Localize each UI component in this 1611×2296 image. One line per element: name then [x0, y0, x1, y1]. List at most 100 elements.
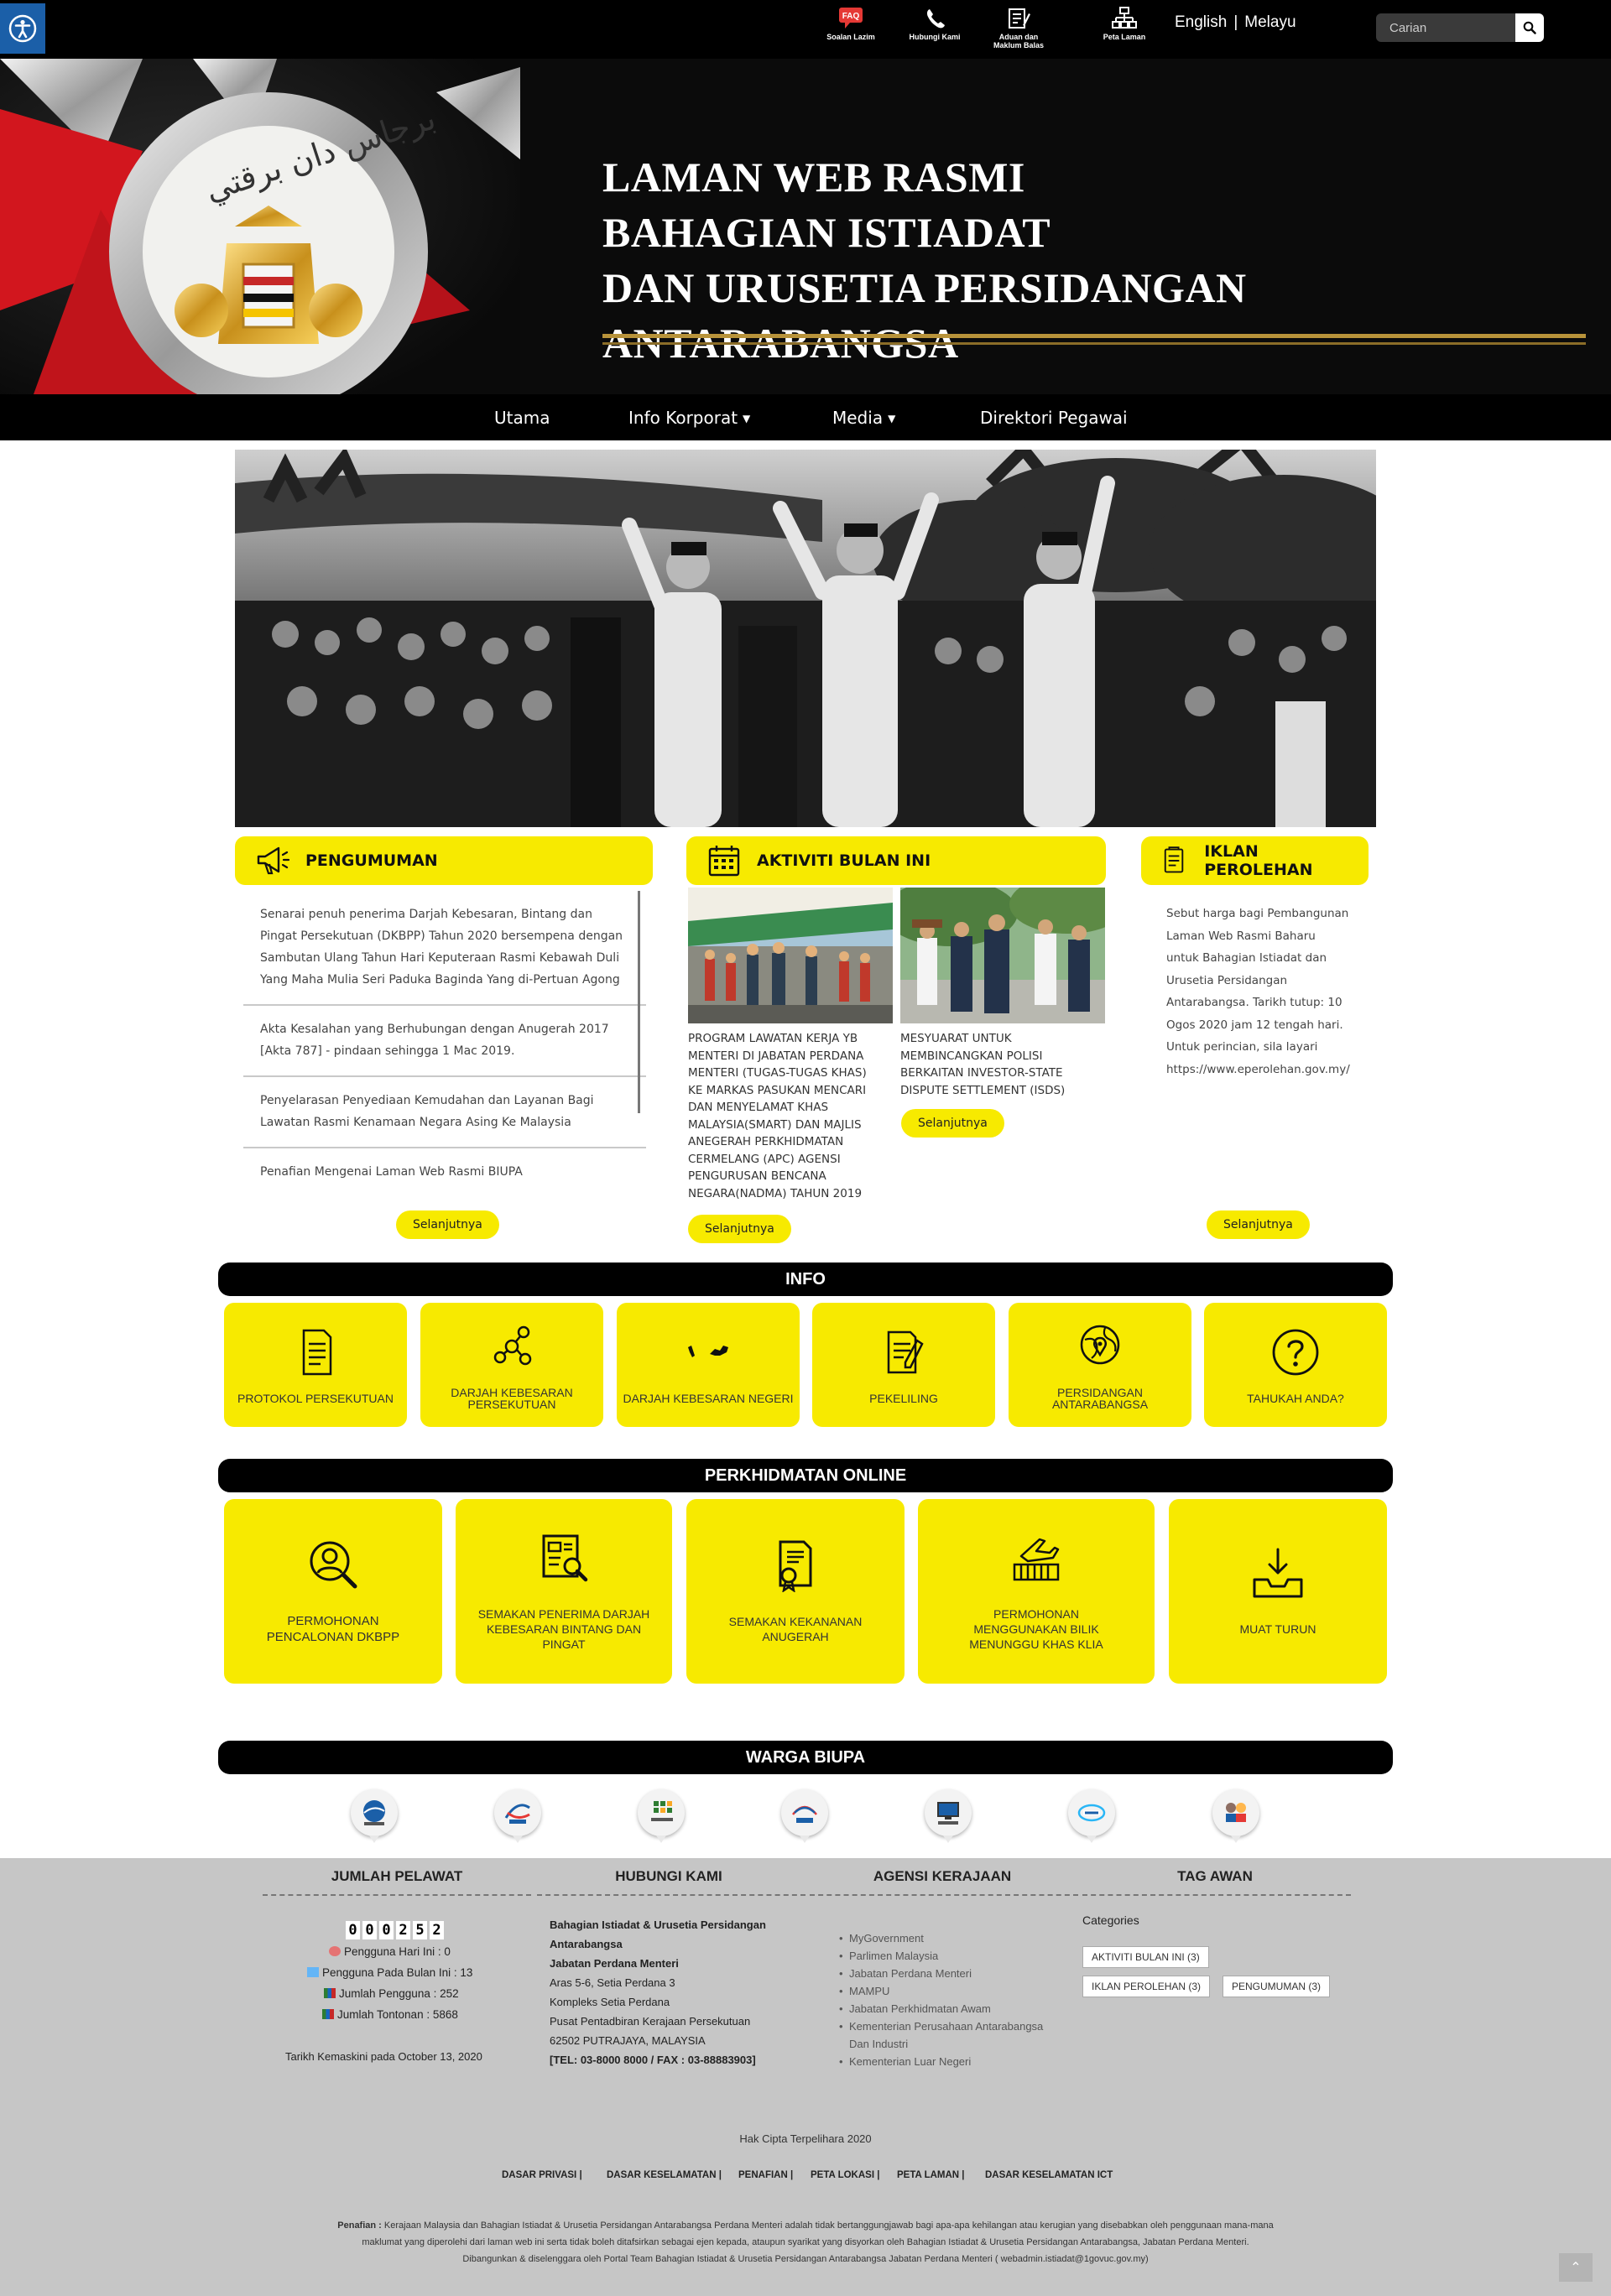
tile-label: PERMOHONAN PENCALONAN DKBPP	[266, 1614, 400, 1644]
aset-logo-icon	[1077, 1804, 1106, 1822]
aktiviti-2-more-button[interactable]: Selanjutnya	[901, 1109, 1004, 1138]
lang-separator: |	[1233, 13, 1238, 31]
globe-pin-icon	[1080, 1325, 1120, 1365]
chevron-down-icon: ▼	[743, 413, 751, 424]
aktiviti-photo-2[interactable]	[900, 888, 1105, 1023]
info-tile-persidangan[interactable]: PERSIDANGAN ANTARABANGSA	[1009, 1303, 1191, 1427]
stat-total-views: Jumlah Tontonan : 5868	[302, 2004, 487, 2025]
quick-link-faq[interactable]: FAQ Soalan Lazim	[817, 7, 884, 41]
footer-link-dasar-keselamatan-ict[interactable]: DASAR KESELAMATAN ICT	[985, 2170, 1113, 2180]
pengumuman-more-button[interactable]: Selanjutnya	[396, 1210, 499, 1239]
logo-pin	[369, 1835, 379, 1843]
iklan-more-button[interactable]: Selanjutnya	[1207, 1210, 1310, 1239]
tag-pengumuman[interactable]: PENGUMUMAN (3)	[1223, 1976, 1331, 1997]
webmail-logo[interactable]	[351, 1789, 398, 1843]
airport-icon	[1013, 1538, 1060, 1581]
malaysia-map-icon	[688, 1346, 728, 1357]
nav-item-label: Info Korporat	[628, 408, 738, 428]
online-tile-muat-turun[interactable]: MUAT TURUN	[1169, 1499, 1387, 1684]
footer-link-penafian[interactable]: PENAFIAN |	[738, 2170, 793, 2180]
online-tile-bilik-menunggu[interactable]: PERMOHONAN MENGGUNAKAN BILIK MENUNGGU KH…	[918, 1499, 1155, 1684]
aktiviti-1-more-button[interactable]: Selanjutnya	[688, 1215, 791, 1243]
sitemap-icon	[1112, 7, 1137, 29]
agensi-link[interactable]: MyGovernment	[839, 1929, 1057, 1947]
footer-link-dasar-privasi[interactable]: DASAR PRIVASI |	[502, 2170, 582, 2180]
site-title-line-3: DAN URUSETIA PERSIDANGAN ANTARABANGSA	[602, 264, 1247, 367]
agensi-link[interactable]: MAMPU	[839, 1982, 1057, 2000]
globe-logo-icon	[363, 1800, 385, 1825]
stat-today: Pengguna Hari Ini : 0	[302, 1941, 487, 1962]
sistem-logo[interactable]	[1212, 1789, 1259, 1843]
list-item[interactable]: Akta Kesalahan yang Berhubungan dengan A…	[243, 1006, 646, 1077]
online-tile-pencalonan[interactable]: PERMOHONAN PENCALONAN DKBPP	[224, 1499, 442, 1684]
ecentral-logo[interactable]	[638, 1789, 685, 1843]
contact-address-2: Kompleks Setia Perdana	[550, 1996, 670, 2008]
nav-item-media[interactable]: Media ▼	[832, 408, 895, 428]
eperolehan-logo[interactable]	[781, 1789, 828, 1843]
search-input[interactable]	[1376, 13, 1515, 42]
nav-item-info-korporat[interactable]: Info Korporat ▼	[628, 408, 750, 428]
aktiviti-photo-1[interactable]	[688, 888, 893, 1023]
info-tile-pekeliling[interactable]: PEKELILING	[812, 1303, 995, 1427]
bar-chart-icon	[324, 1988, 336, 1998]
stat-total-views-text: Jumlah Tontonan : 5868	[337, 2008, 458, 2021]
quick-link-label: Soalan Lazim	[826, 33, 875, 41]
disclaimer-text-1: Kerajaan Malaysia dan Bahagian Istiadat …	[383, 2221, 1274, 2231]
footer-link-dasar-keselamatan[interactable]: DASAR KESELAMATAN |	[607, 2170, 722, 2180]
nav-item-direktori-pegawai[interactable]: Direktori Pegawai	[980, 408, 1128, 428]
disclaimer-text-2: maklumat yang diperolehi dari laman web …	[362, 2237, 1249, 2247]
categories-label: Categories	[1082, 1913, 1139, 1927]
nav-item-utama[interactable]: Utama	[494, 408, 550, 428]
tag-aktiviti[interactable]: AKTIVITI BULAN INI (3)	[1082, 1946, 1209, 1968]
tag-iklan[interactable]: IKLAN PEROLEHAN (3)	[1082, 1976, 1211, 1997]
quick-link-contact[interactable]: Hubungi Kami	[901, 7, 968, 41]
online-tile-semakan-penerima[interactable]: SEMAKAN PENERIMA DARJAH KEBESARAN BINTAN…	[456, 1499, 672, 1684]
info-tile-darjah-persekutuan[interactable]: DARJAH KEBESARAN PERSEKUTUAN	[420, 1303, 603, 1427]
nav-item-label: Direktori Pegawai	[980, 408, 1128, 428]
hrmis-logo[interactable]	[494, 1789, 541, 1843]
pengumuman-scrollbar[interactable]	[638, 891, 640, 1113]
warga-title: WARGA BIUPA	[745, 1747, 866, 1767]
list-item[interactable]: Penyelarasan Penyediaan Kemudahan dan La…	[243, 1077, 646, 1148]
footer-link-peta-lokasi[interactable]: PETA LOKASI |	[811, 2170, 879, 2180]
agensi-link[interactable]: Jabatan Perkhidmatan Awam	[839, 2000, 1057, 2017]
online-section-bar: PERKHIDMATAN ONLINE	[218, 1459, 1393, 1492]
logo-pin	[1231, 1835, 1241, 1843]
agensi-link[interactable]: Kementerian Perusahaan Antarabangsa Dan …	[839, 2017, 1057, 2053]
quick-link-sitemap[interactable]: Peta Laman	[1091, 7, 1158, 41]
info-tile-tahukah-anda[interactable]: TAHUKAH ANDA?	[1204, 1303, 1387, 1427]
download-tray-icon	[1253, 1548, 1303, 1597]
lang-melayu-link[interactable]: Melayu	[1244, 13, 1296, 31]
info-tile-protokol[interactable]: PROTOKOL PERSEKUTUAN	[224, 1303, 407, 1427]
quick-link-feedback[interactable]: Aduan dan Maklum Balas	[985, 7, 1052, 49]
document-list-icon	[1164, 846, 1184, 873]
portal-logo[interactable]	[925, 1789, 972, 1843]
agensi-link[interactable]: Jabatan Perdana Menteri	[839, 1965, 1057, 1982]
search-button[interactable]	[1515, 13, 1544, 42]
counter-digit: 0	[346, 1921, 360, 1939]
aset-logo[interactable]	[1068, 1789, 1115, 1843]
info-tile-darjah-negeri[interactable]: DARJAH KEBESARAN NEGERI	[617, 1303, 800, 1427]
agensi-link[interactable]: Parlimen Malaysia	[839, 1947, 1057, 1965]
counter-digit: 2	[396, 1921, 410, 1939]
top-bar: FAQ Soalan Lazim Hubungi Kami Aduan dan …	[0, 0, 1611, 59]
accessibility-button[interactable]	[0, 3, 45, 54]
search-icon	[1523, 21, 1536, 34]
logo-pin	[943, 1835, 953, 1843]
list-item[interactable]: Senarai penuh penerima Darjah Kebesaran,…	[243, 891, 646, 1006]
phone-icon	[926, 9, 945, 29]
footer-link-peta-laman[interactable]: PETA LAMAN |	[897, 2170, 965, 2180]
list-item[interactable]: Penafian Mengenai Laman Web Rasmi BIUPA	[243, 1148, 646, 1184]
chevron-up-icon: ⌃	[1570, 2261, 1582, 2275]
announcement-text: Penafian Mengenai Laman Web Rasmi BIUPA	[260, 1165, 523, 1179]
agensi-link[interactable]: Kementerian Luar Negeri	[839, 2053, 1057, 2070]
online-tile-semakan-kekananan[interactable]: SEMAKAN KEKANANAN ANUGERAH	[686, 1499, 905, 1684]
people-logo-icon	[1226, 1803, 1246, 1822]
aktiviti-caption-1: PROGRAM LAWATAN KERJA YB MENTERI DI JABA…	[688, 1032, 867, 1200]
tile-label: PERSIDANGAN ANTARABANGSA	[1051, 1386, 1149, 1411]
lang-english-link[interactable]: English	[1175, 13, 1227, 31]
quick-link-label: Peta Laman	[1103, 33, 1146, 41]
pengumuman-list[interactable]: Senarai penuh penerima Darjah Kebesaran,…	[243, 891, 646, 1184]
counter-digit: 0	[379, 1921, 394, 1939]
back-to-top-button[interactable]: ⌃	[1559, 2253, 1593, 2282]
